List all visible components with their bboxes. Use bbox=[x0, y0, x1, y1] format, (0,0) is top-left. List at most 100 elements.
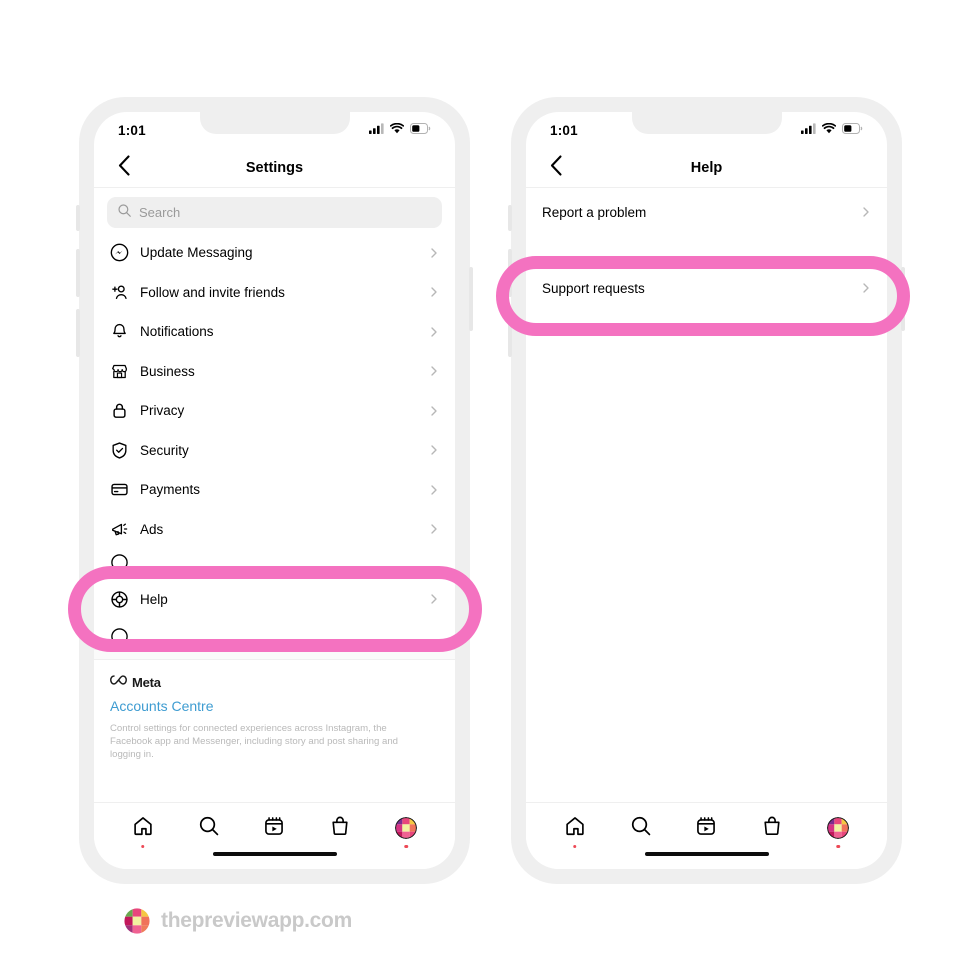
settings-row-label: Payments bbox=[140, 482, 201, 498]
settings-row-notifications[interactable]: Notifications bbox=[94, 312, 455, 352]
watermark: thepreviewapp.com bbox=[124, 908, 352, 934]
life-ring-icon bbox=[107, 587, 131, 611]
settings-row-obscured-below-help[interactable] bbox=[94, 623, 455, 649]
home-icon bbox=[564, 815, 586, 842]
help-list: Report a problem Support requests bbox=[526, 188, 887, 312]
settings-row-update-messaging[interactable]: Update Messaging bbox=[94, 233, 455, 273]
help-row-label: Support requests bbox=[542, 280, 645, 296]
search-icon bbox=[630, 815, 652, 842]
settings-row-label: Security bbox=[140, 442, 189, 458]
profile-notification-dot bbox=[836, 844, 840, 848]
phone-power-button bbox=[469, 267, 473, 331]
tab-reels[interactable] bbox=[257, 813, 291, 843]
status-bar: 1:01 bbox=[94, 112, 455, 148]
storefront-icon bbox=[107, 359, 131, 383]
phone-mute-switch bbox=[508, 205, 512, 231]
profile-avatar-icon bbox=[827, 817, 850, 839]
settings-row-ads[interactable]: Ads bbox=[94, 509, 455, 549]
battery-icon bbox=[410, 121, 431, 139]
battery-icon bbox=[842, 121, 863, 139]
chevron-right-icon bbox=[429, 594, 439, 604]
meta-brand: Meta bbox=[110, 673, 439, 691]
cellular-signal-icon bbox=[369, 121, 384, 139]
page-title: Help bbox=[690, 159, 723, 176]
cellular-signal-icon bbox=[801, 121, 816, 139]
page-title: Settings bbox=[245, 159, 304, 176]
settings-row-business[interactable]: Business bbox=[94, 351, 455, 391]
tab-home[interactable] bbox=[558, 813, 592, 848]
meta-infinity-icon bbox=[110, 673, 127, 691]
profile-notification-dot bbox=[404, 844, 408, 848]
settings-row-security[interactable]: Security bbox=[94, 430, 455, 470]
help-row-label: Report a problem bbox=[542, 204, 647, 220]
home-indicator bbox=[644, 851, 769, 856]
phone-mockup-settings: 1:01 Settings Search Update Messaging Fo… bbox=[76, 97, 473, 884]
phone-mockup-help: 1:01 Help Report a problem Support reque… bbox=[508, 97, 905, 884]
chevron-right-icon bbox=[429, 366, 439, 376]
wifi-icon bbox=[821, 121, 837, 139]
settings-row-label: Notifications bbox=[140, 324, 214, 340]
chevron-right-icon bbox=[429, 485, 439, 495]
circle-icon bbox=[107, 550, 131, 574]
home-notification-dot bbox=[573, 844, 577, 848]
phone-volume-up-button bbox=[508, 249, 512, 297]
tab-shop[interactable] bbox=[755, 813, 789, 843]
settings-row-label: Follow and invite friends bbox=[140, 284, 285, 300]
tab-profile[interactable] bbox=[389, 813, 423, 848]
watermark-text: thepreviewapp.com bbox=[161, 909, 352, 932]
help-list-gap bbox=[526, 236, 887, 264]
tab-shop[interactable] bbox=[323, 813, 357, 843]
help-row-report-a-problem[interactable]: Report a problem bbox=[526, 188, 887, 236]
chevron-left-icon bbox=[550, 154, 563, 181]
shield-check-icon bbox=[107, 438, 131, 462]
search-placeholder: Search bbox=[139, 205, 181, 220]
search-input[interactable]: Search bbox=[107, 197, 442, 228]
settings-row-label: Update Messaging bbox=[140, 245, 253, 261]
search-icon bbox=[198, 815, 220, 842]
tab-profile[interactable] bbox=[821, 813, 855, 848]
meta-accounts-centre-block: Meta Accounts Centre Control settings fo… bbox=[94, 660, 455, 772]
status-bar-icons bbox=[369, 121, 431, 139]
help-row-support-requests[interactable]: Support requests bbox=[526, 264, 887, 312]
add-person-icon bbox=[107, 280, 131, 304]
settings-row-help[interactable]: Help bbox=[94, 575, 455, 623]
home-indicator bbox=[212, 851, 337, 856]
tab-search[interactable] bbox=[624, 813, 658, 843]
settings-screen: 1:01 Settings Search Update Messaging Fo… bbox=[94, 112, 455, 869]
search-section: Search bbox=[94, 188, 455, 233]
profile-avatar-icon bbox=[395, 817, 418, 839]
megaphone-icon bbox=[107, 517, 131, 541]
wifi-icon bbox=[389, 121, 405, 139]
status-bar-time: 1:01 bbox=[550, 122, 578, 138]
status-bar-time: 1:01 bbox=[118, 122, 146, 138]
shop-bag-icon bbox=[329, 815, 351, 842]
back-button[interactable] bbox=[110, 154, 138, 182]
bottom-tab-bar bbox=[94, 802, 455, 869]
chevron-right-icon bbox=[429, 327, 439, 337]
settings-row-follow-and-invite-friends[interactable]: Follow and invite friends bbox=[94, 272, 455, 312]
settings-row-obscured-above-help[interactable] bbox=[94, 549, 455, 575]
bottom-tab-bar bbox=[526, 802, 887, 869]
tab-search[interactable] bbox=[192, 813, 226, 843]
meta-brand-name: Meta bbox=[132, 674, 161, 690]
chevron-left-icon bbox=[118, 154, 131, 181]
settings-nav-bar: Settings bbox=[94, 148, 455, 188]
chevron-right-icon bbox=[429, 406, 439, 416]
lock-icon bbox=[107, 399, 131, 423]
phone-volume-up-button bbox=[76, 249, 80, 297]
settings-row-label: Privacy bbox=[140, 403, 185, 419]
tab-home[interactable] bbox=[126, 813, 160, 848]
accounts-centre-link[interactable]: Accounts Centre bbox=[110, 698, 439, 714]
chevron-right-icon bbox=[861, 283, 871, 293]
tab-reels[interactable] bbox=[689, 813, 723, 843]
messenger-icon bbox=[107, 241, 131, 265]
accounts-centre-description: Control settings for connected experienc… bbox=[110, 723, 398, 761]
settings-row-payments[interactable]: Payments bbox=[94, 470, 455, 510]
credit-card-icon bbox=[107, 478, 131, 502]
preview-app-logo-icon bbox=[124, 908, 150, 934]
back-button[interactable] bbox=[542, 154, 570, 182]
chevron-right-icon bbox=[429, 445, 439, 455]
chevron-right-icon bbox=[429, 524, 439, 534]
chevron-right-icon bbox=[429, 287, 439, 297]
settings-row-privacy[interactable]: Privacy bbox=[94, 391, 455, 431]
